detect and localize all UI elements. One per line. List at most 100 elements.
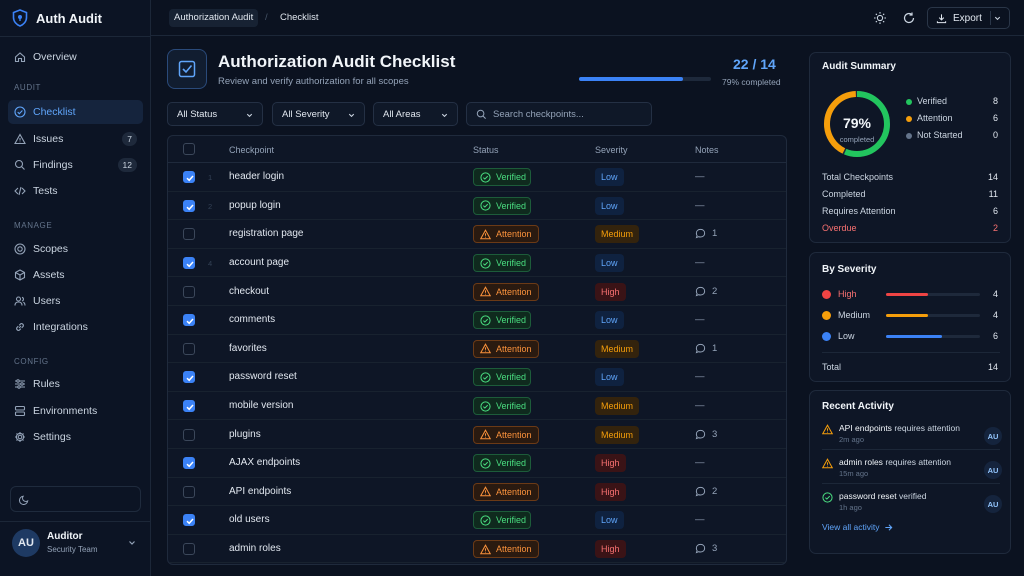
check-circle-icon	[480, 515, 491, 526]
table-row[interactable]: favorites Attention Medium 1	[168, 335, 786, 364]
row-checkbox[interactable]	[183, 199, 195, 212]
notes-cell[interactable]: 3	[695, 543, 717, 554]
status-badge[interactable]: Verified	[473, 196, 531, 215]
search-input[interactable]	[493, 108, 643, 120]
export-button[interactable]: Export	[927, 7, 1010, 29]
select-all-checkbox[interactable]	[183, 143, 195, 155]
notes-cell[interactable]: 2	[695, 486, 717, 497]
chevron-down-icon[interactable]	[127, 538, 137, 548]
theme-toggle[interactable]	[10, 486, 141, 512]
column-checkpoint[interactable]: Checkpoint	[229, 145, 274, 155]
sun-icon[interactable]	[873, 11, 887, 25]
section-manage: MANAGE	[14, 221, 53, 230]
table-row[interactable]: checkout Attention High 2	[168, 277, 786, 306]
nav-integrations[interactable]: Integrations	[8, 315, 143, 339]
notes-cell[interactable]: 3	[695, 429, 717, 440]
table-row[interactable]: password reset Verified Low —	[168, 363, 786, 392]
table-row[interactable]: admin roles Attention High 3	[168, 535, 786, 564]
checkpoint-name[interactable]: API endpoints	[229, 486, 291, 497]
status-badge[interactable]: Verified	[473, 454, 531, 473]
view-all-activity-link[interactable]: View all activity	[822, 522, 893, 532]
table-row[interactable]: comments Verified Low —	[168, 306, 786, 335]
chevron-down-icon[interactable]	[993, 14, 1002, 23]
status-badge[interactable]: Attention	[473, 540, 539, 559]
avatar[interactable]: AU	[12, 529, 40, 557]
search-box[interactable]	[466, 102, 652, 126]
column-severity[interactable]: Severity	[595, 145, 628, 155]
status-badge[interactable]: Verified	[473, 397, 531, 416]
row-checkbox[interactable]	[183, 314, 195, 327]
nav-label: Scopes	[33, 243, 69, 255]
checkpoint-name[interactable]: checkout	[229, 286, 269, 297]
status-badge[interactable]: Verified	[473, 368, 531, 387]
status-badge[interactable]: Attention	[473, 425, 539, 444]
nav-tests[interactable]: Tests	[8, 179, 143, 203]
column-status[interactable]: Status	[473, 145, 499, 155]
checkpoint-name[interactable]: old users	[229, 514, 270, 525]
row-checkbox[interactable]	[183, 400, 195, 413]
nav-overview[interactable]: Overview	[8, 45, 143, 69]
checkpoint-name[interactable]: header login	[229, 171, 284, 182]
status-badge[interactable]: Attention	[473, 225, 539, 244]
nav-settings[interactable]: Settings	[8, 425, 143, 449]
row-checkbox[interactable]	[183, 171, 195, 184]
notes-cell[interactable]: 2	[695, 286, 717, 297]
nav-users[interactable]: Users	[8, 289, 143, 313]
status-filter[interactable]: All Status	[167, 102, 263, 126]
table-row[interactable]: 4 account page Verified Low —	[168, 249, 786, 278]
nav-environments[interactable]: Environments	[8, 399, 143, 423]
row-checkbox[interactable]	[183, 514, 195, 527]
row-checkbox[interactable]	[183, 371, 195, 384]
table-row[interactable]: registration page Attention Medium 1	[168, 220, 786, 249]
nav-label: Findings	[33, 159, 73, 171]
checkpoint-name[interactable]: admin roles	[229, 543, 281, 554]
severity-filter[interactable]: All Severity	[272, 102, 365, 126]
row-checkbox[interactable]	[183, 543, 195, 556]
checkpoint-name[interactable]: password reset	[229, 371, 297, 382]
table-row[interactable]: AJAX endpoints Verified High —	[168, 449, 786, 478]
nav-findings[interactable]: Findings 12	[8, 153, 143, 177]
status-badge[interactable]: Verified	[473, 311, 531, 330]
table-row[interactable]: API endpoints Attention High 2	[168, 478, 786, 507]
nav-issues[interactable]: Issues 7	[8, 127, 143, 151]
row-checkbox[interactable]	[183, 257, 195, 270]
row-checkbox[interactable]	[183, 285, 195, 298]
breadcrumb-parent[interactable]: Authorization Audit	[169, 9, 259, 27]
row-checkbox[interactable]	[183, 228, 195, 241]
table-row[interactable]: plugins Attention Medium 3	[168, 420, 786, 449]
notes-cell[interactable]: 1	[695, 343, 717, 354]
row-checkbox[interactable]	[183, 457, 195, 470]
status-badge[interactable]: Attention	[473, 339, 539, 358]
checkpoint-name[interactable]: AJAX endpoints	[229, 457, 300, 468]
checkpoint-name[interactable]: plugins	[229, 429, 261, 440]
brand[interactable]: Auth Audit	[12, 9, 102, 27]
table-row[interactable]: mobile version Verified Medium —	[168, 392, 786, 421]
nav-checklist[interactable]: Checklist	[8, 100, 143, 124]
notes-cell[interactable]: 1	[695, 228, 717, 239]
legend-label: Not Started	[917, 130, 963, 140]
table-row[interactable]: 2 popup login Verified Low —	[168, 192, 786, 221]
nav-scopes[interactable]: Scopes	[8, 237, 143, 261]
nav-assets[interactable]: Assets	[8, 263, 143, 287]
nav-rules[interactable]: Rules	[8, 372, 143, 396]
row-checkbox[interactable]	[183, 428, 195, 441]
row-checkbox[interactable]	[183, 485, 195, 498]
checkpoint-name[interactable]: account page	[229, 257, 289, 268]
table-row[interactable]: old users Verified Low —	[168, 506, 786, 535]
status-badge[interactable]: Attention	[473, 482, 539, 501]
checkpoint-name[interactable]: registration page	[229, 228, 304, 239]
checkpoint-name[interactable]: comments	[229, 314, 275, 325]
checkpoint-name[interactable]: favorites	[229, 343, 267, 354]
status-badge[interactable]: Verified	[473, 511, 531, 530]
checkpoint-name[interactable]: popup login	[229, 200, 281, 211]
status-badge[interactable]: Attention	[473, 282, 539, 301]
status-label: Attention	[496, 486, 532, 497]
table-row[interactable]: 1 header login Verified Low —	[168, 163, 786, 192]
row-checkbox[interactable]	[183, 342, 195, 355]
column-notes[interactable]: Notes	[695, 145, 719, 155]
refresh-icon[interactable]	[902, 11, 916, 25]
checkpoint-name[interactable]: mobile version	[229, 400, 293, 411]
areas-filter[interactable]: All Areas	[373, 102, 458, 126]
status-badge[interactable]: Verified	[473, 168, 531, 187]
status-badge[interactable]: Verified	[473, 254, 531, 273]
